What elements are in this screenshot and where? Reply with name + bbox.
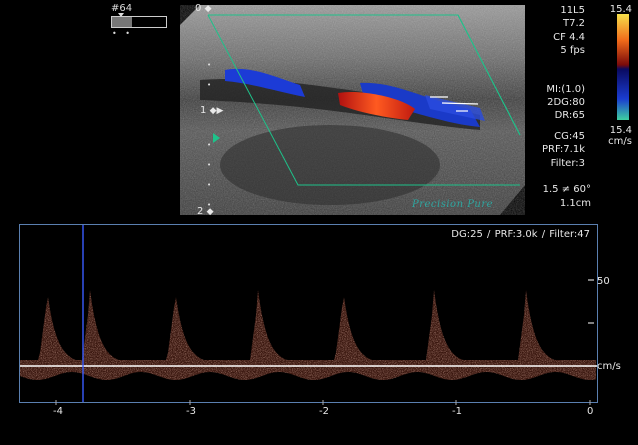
time-tick: -1 — [452, 406, 462, 417]
fps-label: 5 fps — [560, 45, 585, 57]
parameter-panel: 11L5 T7.2 CF 4.4 5 fps MI:(1.0) 2DG:80 D… — [542, 4, 585, 170]
t-label: T7.2 — [562, 18, 585, 30]
time-tick: 0 — [587, 406, 594, 417]
doppler-settings: DG:25 / PRF:3.0k / Filter:47 — [451, 229, 590, 240]
dg2d-label: 2DG:80 — [547, 97, 585, 109]
color-velocity-bar — [617, 14, 629, 120]
cine-dots: • • — [112, 29, 133, 38]
cf-label: CF 4.4 — [553, 31, 585, 43]
depth-label-1: 1 ◆▶ — [200, 105, 224, 116]
probe-label: 11L5 — [560, 5, 585, 16]
prf-label: PRF:7.1k — [541, 144, 585, 156]
time-tick: -2 — [319, 406, 329, 417]
cine-progress-bar[interactable] — [111, 16, 167, 28]
mi-label: MI:(1.0) — [546, 83, 585, 95]
dr-label: DR:65 — [554, 110, 585, 122]
time-axis — [55, 400, 591, 405]
angle-value: 1.5 ≠ 60° — [542, 184, 591, 195]
angle-correction: 1.5 ≠ 60° 1.1cm — [543, 183, 591, 211]
velocity-scale-label: 50 — [597, 276, 610, 287]
spectral-doppler-trace[interactable] — [19, 224, 598, 403]
velocity-unit: cm/s — [597, 361, 621, 372]
brand-watermark: Precision Pure — [412, 199, 494, 210]
time-tick: -4 — [53, 406, 63, 417]
focus-marker-icon[interactable] — [213, 133, 220, 143]
depth-label-0: 0 ◆ — [195, 3, 212, 14]
depth-dots: • • • • • • — [207, 61, 212, 209]
color-scale-bottom: 15.4 cm/s — [608, 125, 632, 147]
bmode-color-image[interactable] — [180, 5, 525, 215]
time-tick: -3 — [186, 406, 196, 417]
filter-label: Filter:3 — [550, 157, 585, 169]
sample-volume-size: 1.1cm — [559, 198, 591, 209]
cg-label: CG:45 — [554, 130, 585, 142]
